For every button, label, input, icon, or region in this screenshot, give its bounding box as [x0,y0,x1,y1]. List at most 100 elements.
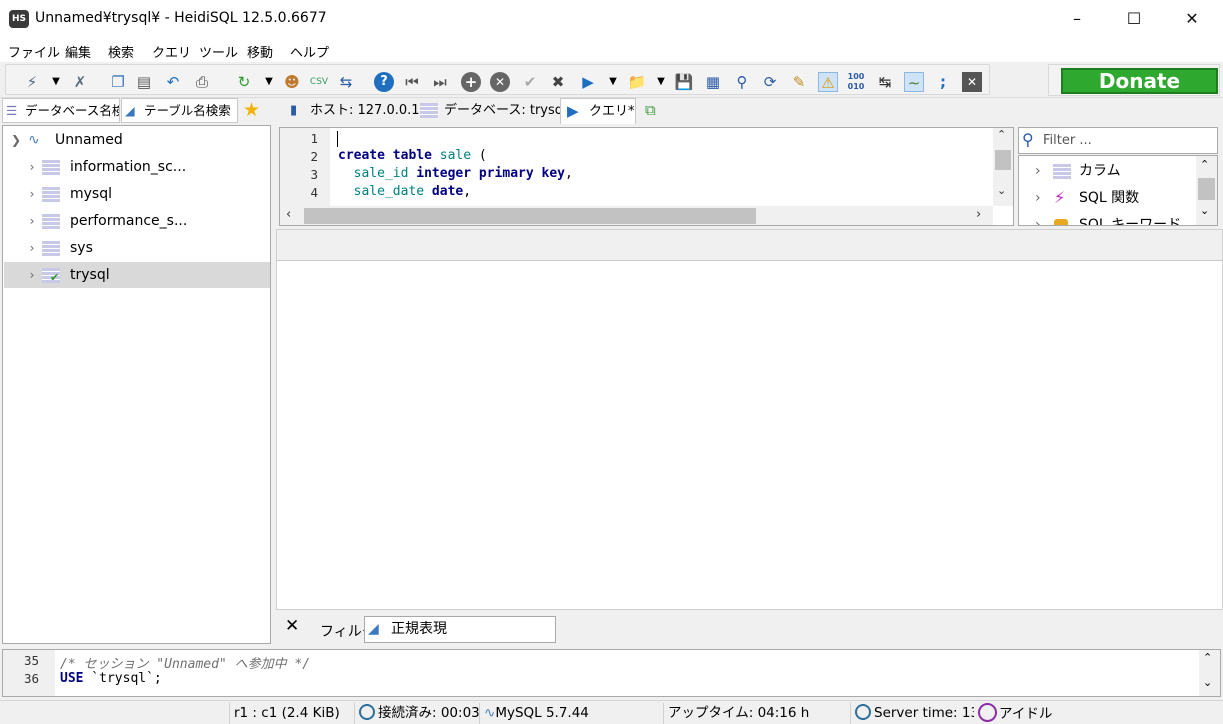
expand-chevron-icon[interactable]: › [25,154,39,180]
table-filter-field[interactable]: ◢ テーブル名検索 [121,98,238,123]
menu-query[interactable]: クエリ [152,42,191,61]
status-server-version: ∿MySQL 5.7.44 [479,703,662,724]
scroll-thumb[interactable] [304,208,756,224]
expand-chevron-icon[interactable]: › [1035,185,1041,211]
tab-host[interactable]: ▮ ホスト: 127.0.0.1 [282,98,420,124]
copy-icon[interactable]: ❐ [108,72,128,92]
editor-vertical-scrollbar[interactable]: ⌃ ⌄ [993,128,1013,206]
sql-identifier: sale_id [338,166,409,181]
refresh-dropdown-arrow-icon[interactable]: ▼ [259,72,279,92]
undo-icon[interactable]: ↶ [163,72,183,92]
sql-format-brush-icon[interactable]: ✎ [789,72,809,92]
collapse-chevron-icon[interactable]: ❯ [9,127,23,153]
status-idle-text: アイドル [999,706,1053,722]
editor-horizontal-scrollbar[interactable]: ‹ › [280,206,993,225]
user-manager-icon[interactable]: ☻ [282,72,302,92]
scroll-right-icon[interactable]: › [976,207,981,222]
find-icon[interactable]: ⚲ [732,72,752,92]
sql-identifier: sale [431,148,472,163]
save-icon[interactable]: 💾 [674,72,694,92]
tree-item-sys[interactable]: › sys [4,235,270,261]
scroll-up-icon[interactable]: ⌃ [997,128,1006,141]
tab-query[interactable]: ▶ クエリ* [560,98,636,124]
close-button[interactable]: ✕ [1163,0,1221,38]
line-number: 4 [310,185,318,200]
tree-root-session[interactable]: ❯ ∿ Unnamed [4,127,270,153]
open-folder-icon[interactable]: 📁 [627,72,647,92]
expand-chevron-icon[interactable]: › [1035,158,1041,184]
expand-chevron-icon[interactable]: › [25,181,39,207]
tree-item-mysql[interactable]: › mysql [4,181,270,207]
minimize-button[interactable]: – [1048,0,1106,38]
last-record-icon[interactable]: ⏭ [430,72,450,92]
word-wrap-icon[interactable]: ↹ [875,72,895,92]
menu-tools[interactable]: ツール [199,42,238,61]
expand-chevron-icon[interactable]: › [25,262,39,288]
tree-item-information-schema[interactable]: › information_sc... [4,154,270,180]
log-scrollbar[interactable]: ⌃ ⌄ [1199,650,1220,696]
database-filter-field[interactable]: ☰ データベース名検索 [2,98,120,123]
paste-icon[interactable]: ▤ [134,72,154,92]
scroll-thumb[interactable] [1198,178,1215,200]
help-item-sql-keywords[interactable]: › SQL キーワード [1019,212,1195,225]
menu-navigate[interactable]: 移動 [247,42,273,61]
delete-record-icon[interactable]: ✕ [490,72,510,92]
scroll-down-icon[interactable]: ⌄ [1203,676,1212,689]
new-query-tab-icon[interactable]: ⧉ [645,101,656,119]
open-dropdown-arrow-icon[interactable]: ▼ [651,72,671,92]
scroll-up-icon[interactable]: ⌃ [1200,158,1209,171]
regex-filter-field[interactable]: ◢ 正規表現 [364,616,556,643]
scroll-up-icon[interactable]: ⌃ [1203,651,1212,664]
help-list: › カラム › ⚡ SQL 関数 › SQL キーワード ⌃ ⌄ [1018,155,1218,226]
connect-dropdown-arrow-icon[interactable]: ▼ [46,72,66,92]
close-filter-icon[interactable]: ✕ [285,616,299,636]
close-tab-icon[interactable]: ✕ [962,72,982,92]
maximize-button[interactable]: ☐ [1105,0,1163,38]
export-csv-icon[interactable]: CSV [309,72,329,92]
expand-chevron-icon[interactable]: › [25,208,39,234]
first-record-icon[interactable]: ⏮ [402,72,422,92]
scroll-thumb[interactable] [995,150,1011,170]
scroll-down-icon[interactable]: ⌄ [997,184,1006,197]
sql-log[interactable]: 35 36 /* セッション "Unnamed" へ参加中 */ USE `tr… [2,649,1221,697]
expand-chevron-icon[interactable]: › [1035,212,1041,225]
filter-placeholder: Filter ... [1043,133,1092,148]
menu-edit[interactable]: 編集 [65,42,91,61]
menu-search[interactable]: 検索 [108,42,134,61]
connect-plug-icon[interactable]: ⚡ [22,72,42,92]
run-query-icon[interactable]: ▶ [578,72,598,92]
donate-button[interactable]: Donate [1061,68,1218,94]
help-filter-input[interactable]: ⚲ Filter ... [1018,127,1218,154]
scroll-down-icon[interactable]: ⌄ [1200,204,1209,217]
scroll-left-icon[interactable]: ‹ [286,207,291,222]
expand-chevron-icon[interactable]: › [25,235,39,261]
help-item-sql-functions[interactable]: › ⚡ SQL 関数 [1019,185,1195,211]
favorites-star-icon[interactable]: ★ [243,99,260,121]
help-item-columns[interactable]: › カラム [1019,158,1195,184]
tab-database[interactable]: データベース: trysql [416,98,567,124]
run-dropdown-arrow-icon[interactable]: ▼ [603,72,623,92]
sql-symbol: , [565,166,573,181]
print-icon[interactable]: ⎙ [192,72,212,92]
cancel-edit-icon[interactable]: ✖ [548,72,568,92]
help-list-scrollbar[interactable]: ⌃ ⌄ [1196,156,1217,225]
refresh-icon[interactable]: ↻ [234,72,254,92]
semicolon-delimiter-icon[interactable]: ; [933,72,953,92]
tree-item-trysql[interactable]: › ✔ trysql [4,262,270,288]
sync-arrows-icon[interactable]: ⇆ [336,72,356,92]
binary-mode-icon[interactable]: 100 010 [846,72,866,92]
post-record-icon[interactable]: ✔ [520,72,540,92]
save-as-icon[interactable]: ▦ [703,72,723,92]
disconnect-plug-icon[interactable]: ✗ [70,72,90,92]
insert-record-icon[interactable]: + [461,72,481,92]
menu-help[interactable]: ヘルプ [290,42,329,61]
menu-bar: ファイル 編集 検索 クエリ ツール 移動 ヘルプ [0,38,1223,62]
wrap-long-lines-icon[interactable]: ∼ [904,72,924,92]
replace-icon[interactable]: ⟳ [760,72,780,92]
sql-keyword: create table [338,148,432,163]
help-icon[interactable]: ? [374,72,394,92]
stop-on-error-icon[interactable]: ⚠ [818,72,838,92]
tree-item-performance-schema[interactable]: › performance_s... [4,208,270,234]
menu-file[interactable]: ファイル [8,42,60,61]
sql-editor[interactable]: 1 2 3 4 create table sale ( sale_id inte… [279,127,1014,226]
